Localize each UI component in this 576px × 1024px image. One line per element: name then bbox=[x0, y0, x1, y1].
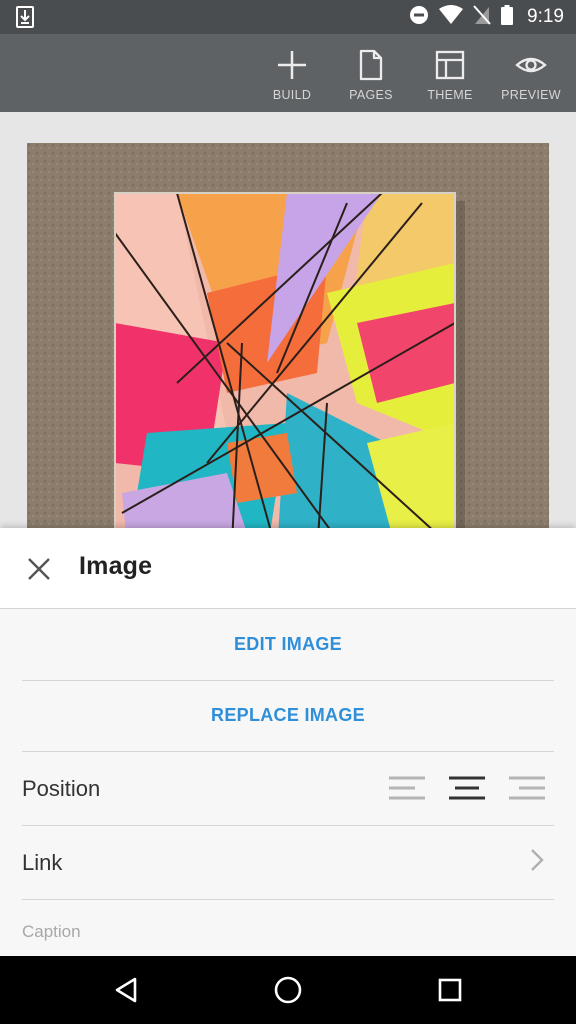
image-settings-sheet: Image EDIT IMAGE REPLACE IMAGE Position … bbox=[0, 528, 576, 956]
plus-icon bbox=[278, 51, 306, 79]
position-label: Position bbox=[22, 776, 101, 801]
pages-label: PAGES bbox=[349, 88, 393, 102]
home-button[interactable] bbox=[268, 970, 308, 1010]
page-icon bbox=[359, 49, 383, 81]
preview-label: PREVIEW bbox=[501, 88, 561, 102]
status-time: 9:19 bbox=[527, 6, 564, 27]
painting-photo bbox=[27, 143, 549, 543]
sheet-title: Image bbox=[79, 552, 153, 580]
sheet-header: Image bbox=[0, 528, 576, 609]
close-button[interactable] bbox=[20, 550, 58, 588]
edit-image-button[interactable]: EDIT IMAGE bbox=[22, 609, 554, 681]
do-not-disturb-icon bbox=[409, 5, 429, 30]
edit-image-label: EDIT IMAGE bbox=[233, 634, 342, 654]
layout-icon bbox=[435, 50, 465, 80]
no-sim-icon bbox=[473, 4, 491, 30]
wifi-icon bbox=[439, 4, 464, 30]
preview-button[interactable]: PREVIEW bbox=[491, 34, 571, 112]
theme-button[interactable]: THEME bbox=[410, 34, 490, 112]
editor-toolbar: BUILD PAGES THEME PREVIEW bbox=[0, 34, 576, 112]
align-left-button[interactable] bbox=[388, 772, 426, 804]
chevron-right-icon bbox=[530, 848, 544, 877]
system-nav-bar bbox=[0, 956, 576, 1024]
build-label: BUILD bbox=[272, 88, 312, 102]
home-icon bbox=[274, 976, 302, 1004]
align-right-icon bbox=[509, 776, 545, 800]
back-button[interactable] bbox=[106, 970, 146, 1010]
align-right-button[interactable] bbox=[508, 772, 546, 804]
close-icon bbox=[28, 558, 50, 580]
theme-label: THEME bbox=[427, 88, 473, 102]
align-center-button[interactable] bbox=[448, 772, 486, 804]
replace-image-button[interactable]: REPLACE IMAGE bbox=[22, 680, 554, 752]
link-label: Link bbox=[22, 850, 63, 875]
status-bar: 9:19 bbox=[0, 0, 576, 34]
replace-image-label: REPLACE IMAGE bbox=[211, 705, 365, 725]
recents-icon bbox=[438, 978, 462, 1002]
recents-button[interactable] bbox=[430, 970, 470, 1010]
align-center-icon bbox=[449, 776, 485, 800]
back-icon bbox=[115, 977, 137, 1003]
position-row: Position bbox=[22, 752, 554, 826]
download-notification-icon bbox=[16, 6, 34, 28]
build-button[interactable]: BUILD bbox=[252, 34, 332, 112]
align-left-icon bbox=[389, 776, 425, 800]
page-preview bbox=[0, 112, 576, 543]
selected-image[interactable] bbox=[27, 143, 549, 543]
link-row[interactable]: Link bbox=[22, 826, 554, 900]
pages-button[interactable]: PAGES bbox=[331, 34, 411, 112]
position-selector bbox=[388, 772, 546, 804]
eye-icon bbox=[515, 57, 547, 73]
caption-field[interactable]: Caption bbox=[22, 922, 81, 942]
battery-icon bbox=[501, 4, 514, 30]
